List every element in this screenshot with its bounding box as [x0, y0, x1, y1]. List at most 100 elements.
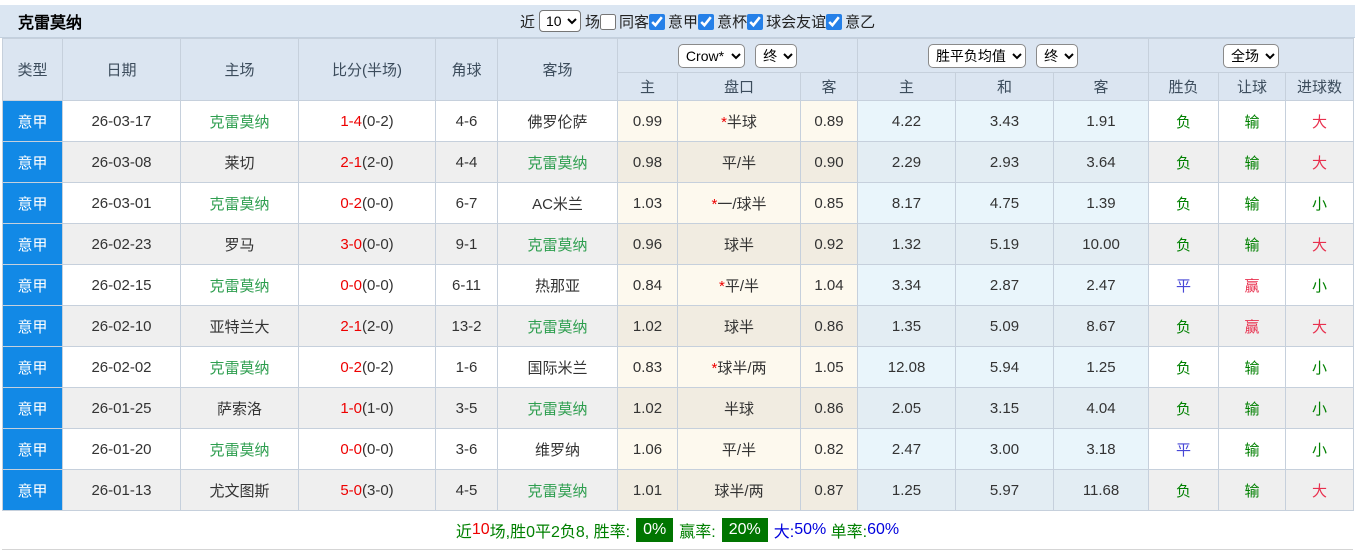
odds-company-select[interactable]: Crow*	[677, 43, 745, 68]
filter-label-4: 意乙	[845, 13, 876, 31]
home-team-cell: 克雷莫纳	[180, 264, 299, 306]
away-team-cell: 克雷莫纳	[497, 223, 618, 265]
page: 克雷莫纳 近 10 场 同客 意甲 意杯 球会友谊 意乙 类型 日期 主场 比分(半场)…	[0, 0, 1355, 550]
avg-draw-cell: 3.00	[955, 428, 1055, 470]
avg-home-cell: 1.35	[857, 305, 957, 347]
odds-time-select[interactable]: 终	[755, 43, 798, 68]
fulltime-score: 0-0	[340, 276, 362, 294]
filter-label-0: 同客	[619, 13, 650, 31]
away-team-cell: 佛罗伦萨	[497, 100, 618, 142]
halftime-score: (0-0)	[362, 194, 394, 212]
avg-time-select[interactable]: 终	[1036, 43, 1079, 68]
col-header-avg-away: 客	[1053, 72, 1150, 101]
filter-checkbox-1[interactable]	[649, 13, 666, 30]
odds-home-cell: 0.96	[617, 223, 678, 265]
games-label: 场	[585, 13, 601, 31]
corners-cell: 3-5	[435, 387, 498, 429]
match-row: 意甲 26-01-13 尤文图斯 5-0(3-0) 4-5 克雷莫纳 1.01 球半/两 0.8…	[2, 469, 1355, 511]
result-cover-cell: 输	[1218, 387, 1287, 429]
avg-away-cell: 2.47	[1053, 264, 1150, 306]
handicap-cell: *球半/两	[677, 346, 801, 388]
corners-cell: 6-11	[435, 264, 498, 306]
avg-away-cell: 1.91	[1053, 100, 1150, 142]
result-cover-cell: 输	[1218, 428, 1287, 470]
odds-away-cell: 0.92	[799, 223, 859, 265]
odds-away-cell: 0.89	[799, 100, 859, 142]
result-wdl-cell: 负	[1148, 182, 1220, 224]
team-title: 克雷莫纳	[18, 15, 83, 32]
odds-away-cell: 0.86	[799, 387, 859, 429]
col-header-away: 客场	[497, 38, 618, 101]
avg-away-cell: 10.00	[1053, 223, 1150, 265]
home-team-cell: 克雷莫纳	[180, 346, 299, 388]
home-team-cell: 克雷莫纳	[180, 182, 299, 224]
result-goals-cell: 小	[1285, 182, 1355, 224]
fulltime-score: 2-1	[340, 153, 362, 171]
away-team-cell: 克雷莫纳	[497, 387, 618, 429]
col-header-cover: 让球	[1218, 72, 1287, 101]
match-row: 意甲 26-03-17 克雷莫纳 1-4(0-2) 4-6 佛罗伦萨 0.99 *半球 0.89…	[2, 100, 1355, 142]
halftime-score: (0-0)	[362, 440, 394, 458]
star-marker: *	[721, 113, 727, 131]
result-goals-cell: 小	[1285, 428, 1355, 470]
home-team-cell: 克雷莫纳	[180, 428, 299, 470]
result-wdl-cell: 负	[1148, 346, 1220, 388]
result-goals-cell: 大	[1285, 100, 1355, 142]
footer-big-label: 大:	[773, 524, 795, 541]
match-row: 意甲 26-02-15 克雷莫纳 0-0(0-0) 6-11 热那亚 0.84 *平/半 1.0…	[2, 264, 1355, 306]
score-cell: 0-2(0-0)	[298, 182, 436, 224]
footer-single-label: 单率:	[830, 524, 868, 541]
result-wdl-cell: 负	[1148, 305, 1220, 347]
scope-select[interactable]: 全场	[1223, 43, 1280, 68]
avg-type-select[interactable]: 胜平负均值	[927, 43, 1026, 68]
filter-checkbox-0[interactable]	[600, 13, 617, 30]
result-wdl-cell: 平	[1148, 428, 1220, 470]
score-cell: 2-1(2-0)	[298, 305, 436, 347]
handicap-cell: *半球	[677, 100, 801, 142]
away-team-cell: 国际米兰	[497, 346, 618, 388]
league-cell: 意甲	[2, 223, 63, 265]
footer-record-text: 场,胜0平2负8, 胜率:	[489, 524, 631, 541]
halftime-score: (2-0)	[362, 153, 394, 171]
date-cell: 26-02-15	[62, 264, 181, 306]
score-cell: 3-0(0-0)	[298, 223, 436, 265]
avg-draw-cell: 5.09	[955, 305, 1055, 347]
filter-label-3: 球会友谊	[766, 13, 827, 31]
result-wdl-cell: 平	[1148, 264, 1220, 306]
avg-home-cell: 2.29	[857, 141, 957, 183]
match-row: 意甲 26-02-02 克雷莫纳 0-2(0-2) 1-6 国际米兰 0.83 *球半/两 1.…	[2, 346, 1355, 388]
avg-draw-cell: 5.94	[955, 346, 1055, 388]
cover-rate-badge: 20%	[721, 518, 768, 542]
halftime-score: (3-0)	[362, 481, 394, 499]
win-rate-badge: 0%	[636, 518, 674, 542]
avg-away-cell: 1.25	[1053, 346, 1150, 388]
match-table: 类型 日期 主场 比分(半场) 角球 客场 Crow* 终 胜平负均值 终 全场	[2, 38, 1355, 511]
result-cover-cell: 输	[1218, 346, 1287, 388]
filter-checkbox-3[interactable]	[747, 13, 764, 30]
match-row: 意甲 26-01-20 克雷莫纳 0-0(0-0) 3-6 维罗纳 1.06 平/半 0.82 2…	[2, 428, 1355, 470]
result-goals-cell: 小	[1285, 264, 1355, 306]
odds-home-cell: 0.99	[617, 100, 678, 142]
corners-cell: 1-6	[435, 346, 498, 388]
avg-draw-cell: 2.93	[955, 141, 1055, 183]
handicap-cell: 平/半	[677, 428, 801, 470]
result-cover-cell: 输	[1218, 469, 1287, 511]
handicap-cell: 球半	[677, 305, 801, 347]
col-header-score: 比分(半场)	[298, 38, 436, 101]
odds-home-cell: 1.01	[617, 469, 678, 511]
handicap-cell: 平/半	[677, 141, 801, 183]
league-cell: 意甲	[2, 387, 63, 429]
result-cover-cell: 赢	[1218, 305, 1287, 347]
recent-count-select[interactable]: 10	[539, 10, 582, 32]
halftime-score: (0-0)	[362, 235, 394, 253]
date-cell: 26-01-13	[62, 469, 181, 511]
filter-checkbox-4[interactable]	[826, 13, 843, 30]
date-cell: 26-02-10	[62, 305, 181, 347]
filter-group: 同客 意甲 意杯 球会友谊 意乙	[600, 11, 875, 32]
fulltime-score: 5-0	[340, 481, 362, 499]
filter-checkbox-2[interactable]	[698, 13, 715, 30]
date-cell: 26-03-08	[62, 141, 181, 183]
odds-away-cell: 0.86	[799, 305, 859, 347]
odds-away-cell: 0.90	[799, 141, 859, 183]
avg-home-cell: 2.05	[857, 387, 957, 429]
